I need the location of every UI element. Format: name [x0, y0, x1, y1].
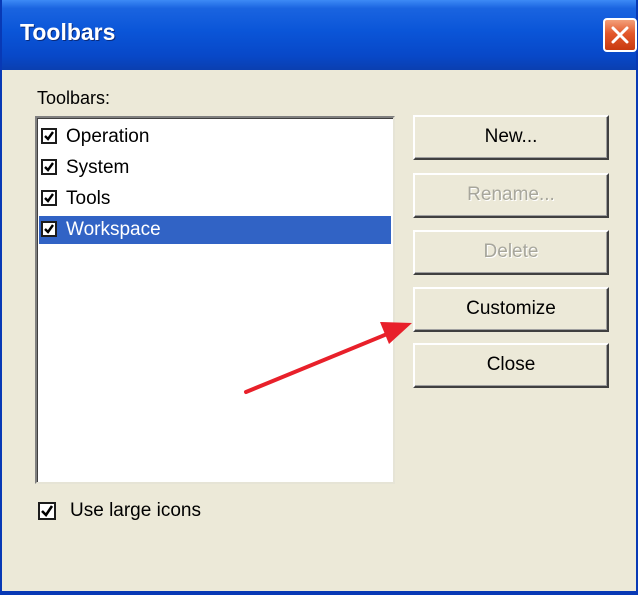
list-item-workspace[interactable]: Workspace: [39, 216, 391, 244]
list-item-label: Workspace: [66, 219, 161, 240]
checkmark-icon: [44, 162, 54, 172]
checkmark-icon: [44, 131, 54, 141]
dialog-title: Toolbars: [20, 19, 116, 45]
use-large-icons-checkbox[interactable]: [38, 502, 56, 520]
list-item-label: Tools: [66, 188, 111, 209]
list-item-tools[interactable]: Tools: [39, 185, 391, 213]
checkbox-workspace[interactable]: [41, 221, 57, 237]
toolbars-list-label: Toolbars:: [37, 88, 111, 108]
list-item-operation[interactable]: Operation: [39, 123, 391, 151]
title-bar[interactable]: Toolbars: [2, 0, 637, 70]
checkbox-system[interactable]: [41, 159, 57, 175]
checkmark-icon: [44, 193, 54, 203]
close-x-icon: [611, 26, 629, 44]
toolbars-listbox[interactable]: Operation System Tools Workspace: [35, 116, 395, 484]
toolbars-dialog: Toolbars Toolbars: Operation System Tool…: [0, 0, 638, 595]
customize-button[interactable]: Customize: [413, 287, 609, 332]
checkbox-tools[interactable]: [41, 190, 57, 206]
rename-button[interactable]: Rename...: [413, 173, 609, 218]
delete-button[interactable]: Delete: [413, 230, 609, 275]
window-bottom-border: [2, 591, 636, 595]
list-item-label: Operation: [66, 126, 150, 147]
list-item-system[interactable]: System: [39, 154, 391, 182]
close-window-button[interactable]: [603, 18, 637, 52]
checkmark-icon: [44, 224, 54, 234]
use-large-icons-label: Use large icons: [70, 500, 201, 521]
new-button[interactable]: New...: [413, 115, 609, 160]
checkmark-icon: [41, 505, 54, 518]
checkbox-operation[interactable]: [41, 128, 57, 144]
use-large-icons-option[interactable]: Use large icons: [38, 500, 258, 524]
list-item-label: System: [66, 157, 130, 178]
close-button[interactable]: Close: [413, 343, 609, 388]
